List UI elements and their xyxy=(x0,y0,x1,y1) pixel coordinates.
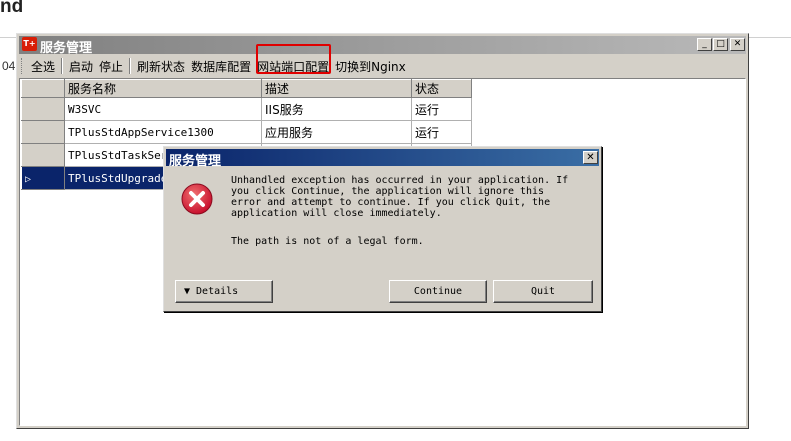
exception-dialog: 服务管理 ✕ Unhandled exception has occurred … xyxy=(163,146,602,312)
toolbar: 全选 启动 停止 刷新状态 数据库配置 网站端口配置 切换到Nginx xyxy=(19,55,746,77)
row-header[interactable] xyxy=(21,120,65,144)
details-button[interactable]: ▼ Details xyxy=(175,280,273,303)
continue-button[interactable]: Continue xyxy=(389,280,487,303)
service-name-cell[interactable]: TPlusStdAppService1300 xyxy=(64,120,262,144)
table-header-row: 服务名称 描述 状态 xyxy=(21,79,472,98)
dialog-close-button[interactable]: ✕ xyxy=(583,151,598,164)
toolbar-separator xyxy=(129,58,132,74)
row-header-corner xyxy=(21,79,65,98)
start-button[interactable]: 启动 xyxy=(67,58,95,75)
toolbar-separator xyxy=(61,58,64,74)
column-header-desc[interactable]: 描述 xyxy=(261,79,412,98)
service-desc-cell[interactable]: 应用服务 xyxy=(261,120,412,144)
background-side-label: 04 xyxy=(2,59,16,73)
service-status-cell[interactable]: 运行 xyxy=(411,97,472,121)
error-icon xyxy=(181,183,213,215)
select-all-button[interactable]: 全选 xyxy=(29,58,57,75)
maximize-button[interactable]: □ xyxy=(713,38,728,51)
close-button[interactable]: ✕ xyxy=(730,38,745,51)
column-header-status[interactable]: 状态 xyxy=(411,79,472,98)
dialog-title: 服务管理 xyxy=(169,154,222,169)
database-config-button[interactable]: 数据库配置 xyxy=(189,58,253,75)
row-header[interactable] xyxy=(21,97,65,121)
row-header-selected[interactable]: ▷ xyxy=(21,166,65,190)
current-row-icon: ▷ xyxy=(25,173,32,185)
column-header-name[interactable]: 服务名称 xyxy=(64,79,262,98)
stop-button[interactable]: 停止 xyxy=(97,58,125,75)
service-desc-cell[interactable]: IIS服务 xyxy=(261,97,412,121)
background-heading: nd xyxy=(0,0,24,17)
quit-button[interactable]: Quit xyxy=(493,280,593,303)
switch-to-nginx-button[interactable]: 切换到Nginx xyxy=(333,58,408,75)
error-message: Unhandled exception has occurred in your… xyxy=(231,175,569,219)
table-row[interactable]: TPlusStdAppService1300 应用服务 运行 xyxy=(21,120,472,144)
refresh-status-button[interactable]: 刷新状态 xyxy=(135,58,187,75)
table-row[interactable]: W3SVC IIS服务 运行 xyxy=(21,97,472,121)
service-name-cell[interactable]: W3SVC xyxy=(64,97,262,121)
highlight-box xyxy=(256,44,331,74)
toolbar-grip[interactable] xyxy=(21,58,25,74)
dialog-titlebar[interactable]: 服务管理 ✕ xyxy=(166,149,599,169)
row-header[interactable] xyxy=(21,143,65,167)
window-titlebar[interactable]: T+ 服务管理 _ □ ✕ xyxy=(19,36,746,56)
minimize-button[interactable]: _ xyxy=(697,38,712,51)
error-detail: The path is not of a legal form. xyxy=(231,236,424,247)
service-status-cell[interactable]: 运行 xyxy=(411,120,472,144)
window-title: 服务管理 xyxy=(40,41,93,56)
app-icon: T+ xyxy=(22,37,37,51)
